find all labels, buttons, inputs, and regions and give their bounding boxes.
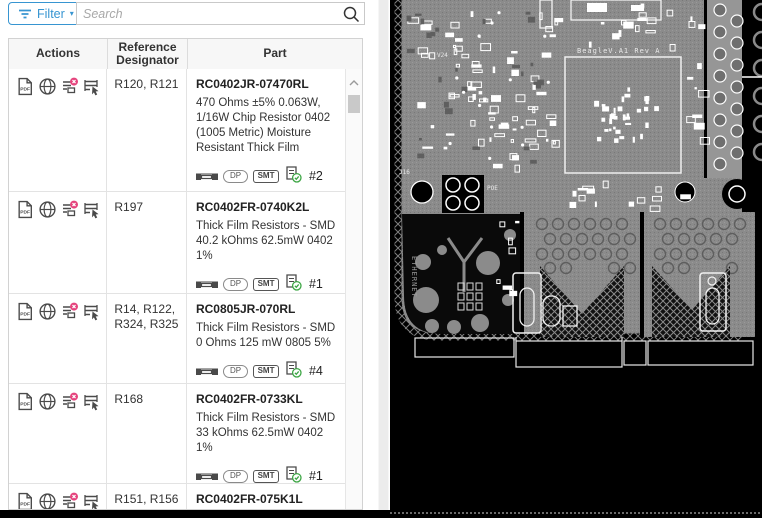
dp-badge: DP [223, 170, 248, 183]
filter-label: Filter [37, 7, 65, 21]
table-header: Actions Reference Designator Part [9, 39, 362, 70]
place-part-icon[interactable] [82, 302, 101, 321]
table-row[interactable]: R14, R122, R324, R325 RC0805JR-070RL Thi… [9, 294, 345, 384]
scrollbar-thumb[interactable] [348, 95, 360, 113]
table-row[interactable]: R120, R121 RC0402JR-07470RL 470 Ohms ±5%… [9, 69, 345, 192]
pdf-datasheet-icon[interactable] [16, 200, 35, 219]
smt-badge: SMT [253, 470, 279, 483]
footprint-icon [196, 279, 218, 290]
footprint-icon [196, 171, 218, 182]
quantity-count: #4 [309, 364, 323, 378]
filter-icon [18, 8, 32, 20]
web-datasheet-icon[interactable] [38, 200, 57, 219]
web-datasheet-icon[interactable] [38, 392, 57, 411]
remove-from-bom-icon[interactable] [60, 392, 79, 411]
actions-cell [9, 294, 107, 383]
usb-connector-right [640, 212, 755, 337]
silkscreen-j16-label: J16 [399, 169, 410, 176]
pdf-datasheet-icon[interactable] [16, 77, 35, 96]
reference-designators: R151, R156 [107, 484, 187, 510]
table-row[interactable]: R168 RC0402FR-0733KL Thick Film Resistor… [9, 384, 345, 484]
part-number: RC0402FR-0740K2L [196, 200, 339, 214]
part-number: RC0805JR-070RL [196, 302, 339, 316]
place-part-icon[interactable] [82, 492, 101, 510]
silkscreen-v24-label: V24 [437, 52, 448, 59]
footprint-icon [196, 366, 218, 377]
quantity-count: #1 [309, 469, 323, 483]
scroll-up-icon[interactable] [349, 79, 359, 87]
bom-check-icon [284, 165, 302, 188]
silkscreen-poe-label: POE [487, 185, 498, 192]
remove-from-bom-icon[interactable] [60, 77, 79, 96]
bom-check-icon [284, 273, 302, 296]
pcb-layout-view[interactable]: BeagleV.A1 Rev A POE V24 [390, 0, 762, 518]
footprint-icon [196, 471, 218, 482]
smt-badge: SMT [253, 278, 279, 291]
reference-designators: R120, R121 [107, 69, 187, 191]
table-row[interactable]: R197 RC0402FR-0740K2L Thick Film Resisto… [9, 192, 345, 294]
column-header-actions: Actions [9, 39, 108, 69]
remove-from-bom-icon[interactable] [60, 200, 79, 219]
part-meta: DP SMT #2 [196, 165, 339, 188]
pdf-datasheet-icon[interactable] [16, 302, 35, 321]
column-header-reference-designator: Reference Designator [108, 39, 188, 69]
silkscreen-ethernet-label: ETHERNET [410, 256, 418, 298]
part-number: RC0402FR-0733KL [196, 392, 339, 406]
quantity-count: #1 [309, 277, 323, 291]
actions-cell [9, 484, 107, 510]
part-number: RC0402JR-07470RL [196, 77, 339, 91]
quantity-count: #2 [309, 169, 323, 183]
part-cell: RC0402JR-07470RL 470 Ohms ±5% 0.063W, 1/… [187, 69, 345, 191]
part-description: 470 Ohms ±5% 0.063W, 1/16W Chip Resistor… [196, 96, 339, 156]
table-body: R120, R121 RC0402JR-07470RL 470 Ohms ±5%… [9, 69, 345, 509]
part-description: Thick Film Resistors - SMD 0 Ohms 125 mW… [196, 321, 339, 351]
pdf-datasheet-icon[interactable] [16, 392, 35, 411]
smt-badge: SMT [253, 365, 279, 378]
pdf-datasheet-icon[interactable] [16, 492, 35, 510]
table-row[interactable]: R151, R156 RC0402FR-075K1L 5.1 kOhms ±1%… [9, 484, 345, 510]
smt-badge: SMT [253, 170, 279, 183]
actions-cell [9, 69, 107, 191]
remove-from-bom-icon[interactable] [60, 492, 79, 510]
web-datasheet-icon[interactable] [38, 302, 57, 321]
place-part-icon[interactable] [82, 77, 101, 96]
place-part-icon[interactable] [82, 392, 101, 411]
panel-splitter[interactable] [378, 0, 389, 518]
part-cell: RC0402FR-075K1L 5.1 kOhms ±1% 0.063W [187, 484, 345, 510]
part-number: RC0402FR-075K1L [196, 492, 339, 506]
part-cell: RC0402FR-0733KL Thick Film Resistors - S… [187, 384, 345, 483]
actions-cell [9, 384, 107, 483]
column-header-part: Part [188, 39, 362, 69]
part-cell: RC0805JR-070RL Thick Film Resistors - SM… [187, 294, 345, 383]
parts-table: Actions Reference Designator Part R120, … [8, 38, 363, 510]
part-meta: DP SMT #4 [196, 360, 339, 383]
search-box [76, 2, 365, 25]
vertical-scrollbar[interactable] [345, 69, 362, 509]
reference-designators: R168 [107, 384, 187, 483]
search-icon[interactable] [342, 5, 360, 23]
web-datasheet-icon[interactable] [38, 77, 57, 96]
part-description: Thick Film Resistors - SMD 40.2 kOhms 62… [196, 219, 339, 264]
ethernet-connector: ETHERNET [402, 214, 520, 334]
remove-from-bom-icon[interactable] [60, 302, 79, 321]
reference-designators: R14, R122, R324, R325 [107, 294, 187, 383]
dp-badge: DP [223, 278, 248, 291]
pcb-viewport[interactable]: BeagleV.A1 Rev A POE V24 [390, 0, 762, 518]
actions-cell [9, 192, 107, 293]
part-meta: DP SMT #1 [196, 273, 339, 296]
parts-inspector-window: Filter ▾ Actions Reference Designator Pa… [0, 0, 762, 518]
place-part-icon[interactable] [82, 200, 101, 219]
filter-button[interactable]: Filter ▾ [8, 2, 84, 25]
dp-badge: DP [223, 470, 248, 483]
search-input[interactable] [77, 7, 342, 21]
bom-check-icon [284, 360, 302, 383]
bottom-black-bar [0, 510, 390, 518]
silkscreen-title: BeagleV.A1 Rev A [577, 47, 660, 55]
part-description: Thick Film Resistors - SMD 33 kOhms 62.5… [196, 411, 339, 456]
chevron-down-icon: ▾ [70, 10, 74, 18]
web-datasheet-icon[interactable] [38, 492, 57, 510]
reference-designators: R197 [107, 192, 187, 293]
dp-badge: DP [223, 365, 248, 378]
part-cell: RC0402FR-0740K2L Thick Film Resistors - … [187, 192, 345, 293]
